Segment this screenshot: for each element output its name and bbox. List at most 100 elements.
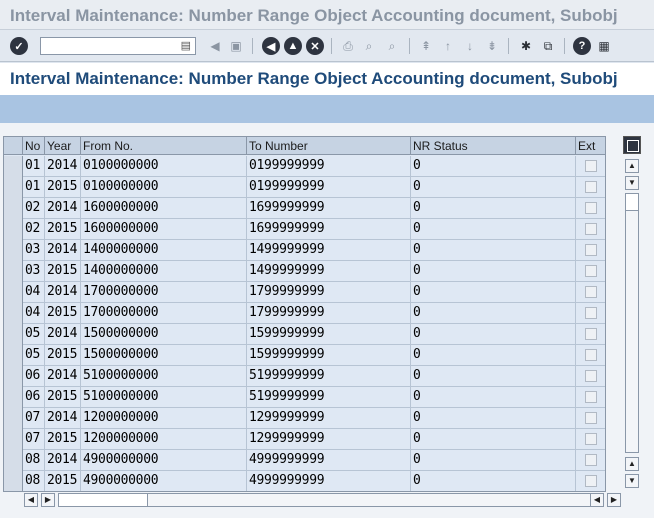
- cell-no[interactable]: 08: [23, 471, 45, 491]
- row-selector[interactable]: [4, 282, 23, 303]
- cell-to-number[interactable]: 1499999999: [247, 240, 411, 261]
- vertical-scrollbar[interactable]: [625, 193, 639, 453]
- cell-no[interactable]: 02: [23, 198, 45, 219]
- cell-from-no[interactable]: 1200000000: [81, 429, 247, 450]
- cell-no[interactable]: 05: [23, 324, 45, 345]
- cell-from-no[interactable]: 1500000000: [81, 345, 247, 366]
- cell-year[interactable]: 2015: [45, 345, 81, 366]
- cell-year[interactable]: 2014: [45, 156, 81, 177]
- cell-to-number[interactable]: 1599999999: [247, 345, 411, 366]
- cell-nr-status[interactable]: 0: [411, 366, 576, 387]
- scroll-down-button[interactable]: ▼: [625, 176, 639, 190]
- cell-no[interactable]: 03: [23, 240, 45, 261]
- cell-from-no[interactable]: 0100000000: [81, 156, 247, 177]
- column-header-nr-status[interactable]: NR Status: [411, 137, 576, 155]
- ext-checkbox[interactable]: [585, 349, 597, 361]
- ext-checkbox[interactable]: [585, 202, 597, 214]
- cell-from-no[interactable]: 5100000000: [81, 387, 247, 408]
- ext-checkbox[interactable]: [585, 307, 597, 319]
- table-row[interactable]: 03 2015 1400000000 1499999999 0: [4, 261, 605, 282]
- cell-to-number[interactable]: 1299999999: [247, 408, 411, 429]
- cell-from-no[interactable]: 1600000000: [81, 198, 247, 219]
- command-field[interactable]: ▤: [40, 37, 196, 55]
- row-selector[interactable]: [4, 198, 23, 219]
- row-selector[interactable]: [4, 324, 23, 345]
- column-header-no[interactable]: No: [23, 137, 45, 155]
- cell-nr-status[interactable]: 0: [411, 345, 576, 366]
- scroll-right-end-button[interactable]: ▶: [607, 493, 621, 507]
- cell-nr-status[interactable]: 0: [411, 219, 576, 240]
- check-icon[interactable]: ✓: [10, 37, 28, 55]
- scroll-left-button[interactable]: ◀: [24, 493, 38, 507]
- cell-year[interactable]: 2014: [45, 408, 81, 429]
- vertical-scroll-thumb[interactable]: [625, 193, 639, 211]
- cell-year[interactable]: 2015: [45, 429, 81, 450]
- row-selector[interactable]: [4, 429, 23, 450]
- cell-to-number[interactable]: 0199999999: [247, 177, 411, 198]
- cell-from-no[interactable]: 1200000000: [81, 408, 247, 429]
- row-selector[interactable]: [4, 261, 23, 282]
- cell-from-no[interactable]: 4900000000: [81, 471, 247, 491]
- scroll-up-button[interactable]: ▲: [625, 159, 639, 173]
- cell-nr-status[interactable]: 0: [411, 156, 576, 177]
- scroll-right-button[interactable]: ▶: [41, 493, 55, 507]
- cell-to-number[interactable]: 1699999999: [247, 219, 411, 240]
- cell-year[interactable]: 2014: [45, 240, 81, 261]
- find-next-icon[interactable]: ⌕: [383, 37, 401, 55]
- table-row[interactable]: 06 2015 5100000000 5199999999 0: [4, 387, 605, 408]
- cell-no[interactable]: 04: [23, 303, 45, 324]
- cell-year[interactable]: 2014: [45, 450, 81, 471]
- column-header-year[interactable]: Year: [45, 137, 81, 155]
- cell-to-number[interactable]: 4999999999: [247, 450, 411, 471]
- row-selector[interactable]: [4, 408, 23, 429]
- ext-checkbox[interactable]: [585, 412, 597, 424]
- scroll-page-up-button[interactable]: ▲: [625, 457, 639, 471]
- cell-no[interactable]: 08: [23, 450, 45, 471]
- cell-no[interactable]: 05: [23, 345, 45, 366]
- ext-checkbox[interactable]: [585, 475, 597, 487]
- column-header-ext[interactable]: Ext: [576, 137, 605, 155]
- cell-nr-status[interactable]: 0: [411, 282, 576, 303]
- ext-checkbox[interactable]: [585, 244, 597, 256]
- cell-year[interactable]: 2014: [45, 366, 81, 387]
- prev-page-icon[interactable]: ↑: [439, 37, 457, 55]
- exit-icon[interactable]: ▲: [284, 37, 302, 55]
- save-icon[interactable]: ▣: [227, 37, 245, 55]
- table-row[interactable]: 04 2015 1700000000 1799999999 0: [4, 303, 605, 324]
- table-row[interactable]: 08 2014 4900000000 4999999999 0: [4, 450, 605, 471]
- cell-from-no[interactable]: 1700000000: [81, 282, 247, 303]
- cell-from-no[interactable]: 1400000000: [81, 240, 247, 261]
- back-icon[interactable]: ◀: [206, 37, 224, 55]
- cell-no[interactable]: 01: [23, 177, 45, 198]
- cell-year[interactable]: 2015: [45, 387, 81, 408]
- cell-to-number[interactable]: 0199999999: [247, 156, 411, 177]
- cell-nr-status[interactable]: 0: [411, 177, 576, 198]
- row-selector[interactable]: [4, 387, 23, 408]
- cell-year[interactable]: 2014: [45, 324, 81, 345]
- table-row[interactable]: 01 2015 0100000000 0199999999 0: [4, 177, 605, 198]
- cell-nr-status[interactable]: 0: [411, 324, 576, 345]
- last-page-icon[interactable]: ⇟: [483, 37, 501, 55]
- table-settings-icon[interactable]: [623, 136, 641, 154]
- row-selector[interactable]: [4, 177, 23, 198]
- table-row[interactable]: 02 2015 1600000000 1699999999 0: [4, 219, 605, 240]
- table-row[interactable]: 08 2015 4900000000 4999999999 0: [4, 471, 605, 491]
- table-row[interactable]: 05 2015 1500000000 1599999999 0: [4, 345, 605, 366]
- table-row[interactable]: 03 2014 1400000000 1499999999 0: [4, 240, 605, 261]
- ext-checkbox[interactable]: [585, 286, 597, 298]
- row-selector[interactable]: [4, 156, 23, 177]
- next-page-icon[interactable]: ↓: [461, 37, 479, 55]
- table-row[interactable]: 07 2015 1200000000 1299999999 0: [4, 429, 605, 450]
- back-nav-icon[interactable]: ◀: [262, 37, 280, 55]
- cell-to-number[interactable]: 1799999999: [247, 303, 411, 324]
- table-row[interactable]: 06 2014 5100000000 5199999999 0: [4, 366, 605, 387]
- ext-checkbox[interactable]: [585, 223, 597, 235]
- cell-no[interactable]: 07: [23, 408, 45, 429]
- cell-to-number[interactable]: 1599999999: [247, 324, 411, 345]
- cell-year[interactable]: 2015: [45, 219, 81, 240]
- new-session-icon[interactable]: ✱: [517, 37, 535, 55]
- print-icon[interactable]: ⎙: [339, 37, 357, 55]
- cell-nr-status[interactable]: 0: [411, 471, 576, 491]
- cell-from-no[interactable]: 1600000000: [81, 219, 247, 240]
- cell-no[interactable]: 01: [23, 156, 45, 177]
